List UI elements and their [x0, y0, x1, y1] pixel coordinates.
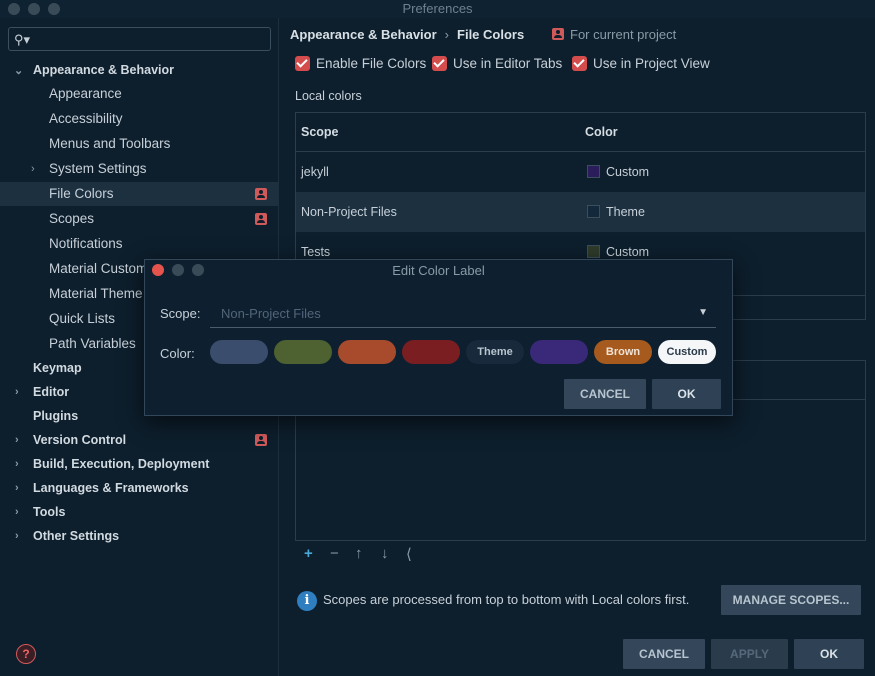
close-window-button[interactable]	[8, 3, 20, 15]
manage-scopes-button[interactable]: MANAGE SCOPES...	[721, 585, 861, 615]
project-scope-icon	[255, 434, 267, 446]
help-icon[interactable]: ?	[16, 644, 36, 664]
scope-select[interactable]: Non-Project Files ▼	[210, 302, 716, 328]
project-scope-icon	[552, 27, 564, 40]
use-in-editor-tabs-checkbox[interactable]: Use in Editor Tabs	[432, 55, 562, 73]
chevron-right-icon[interactable]: ›	[15, 380, 19, 404]
cancel-button[interactable]: CANCEL	[623, 639, 705, 669]
color-option-blue[interactable]	[210, 340, 268, 364]
color-option-rose[interactable]	[402, 340, 460, 364]
dialog-ok-button[interactable]: OK	[652, 379, 721, 409]
table-row[interactable]: jekyll Custom	[296, 152, 865, 192]
color-option-green[interactable]	[274, 340, 332, 364]
color-option-theme[interactable]: Theme	[466, 340, 524, 364]
color-option-custom[interactable]: Custom	[658, 340, 716, 364]
project-scope-note: For current project	[552, 27, 676, 42]
minimize-dialog-button[interactable]	[172, 264, 184, 276]
chevron-right-icon[interactable]: ›	[31, 157, 35, 181]
sidebar-item-other-settings[interactable]: › Other Settings	[0, 524, 279, 548]
sidebar-item-scopes[interactable]: Scopes	[0, 207, 279, 231]
chevron-right-icon[interactable]: ›	[15, 524, 19, 548]
checkbox-checked-icon[interactable]	[572, 55, 587, 71]
ok-button[interactable]: OK	[794, 639, 864, 669]
minimize-window-button[interactable]	[28, 3, 40, 15]
sidebar-item-system-settings[interactable]: › System Settings	[0, 157, 279, 181]
chevron-right-icon[interactable]: ›	[15, 476, 19, 500]
minus-icon[interactable]: −	[330, 545, 339, 562]
sidebar-item-appearance[interactable]: Appearance	[0, 82, 279, 106]
dropdown-arrow-icon[interactable]: ▼	[698, 307, 708, 318]
color-option-brown[interactable]: Brown	[594, 340, 652, 364]
color-swatch	[587, 165, 600, 178]
checkbox-checked-icon[interactable]	[432, 55, 447, 71]
info-icon: i	[297, 591, 317, 611]
zoom-window-button[interactable]	[48, 3, 60, 15]
chevron-right-icon[interactable]: ›	[15, 428, 19, 452]
color-option-violet[interactable]	[530, 340, 588, 364]
checkbox-checked-icon[interactable]	[295, 55, 310, 71]
chevron-down-icon[interactable]: ⌄	[14, 59, 23, 83]
project-scope-icon	[255, 188, 267, 200]
window-title-bar: Preferences	[0, 0, 875, 18]
dialog-cancel-button[interactable]: CANCEL	[564, 379, 646, 409]
project-scope-icon	[255, 213, 267, 225]
sidebar-item-version-control[interactable]: › Version Control	[0, 428, 279, 452]
plus-icon[interactable]: +	[304, 545, 313, 562]
local-colors-title: Local colors	[295, 89, 362, 103]
sidebar-item-accessibility[interactable]: Accessibility	[0, 107, 279, 131]
color-swatch	[587, 205, 600, 218]
table-row[interactable]: Non-Project Files Theme	[296, 192, 865, 232]
column-header-scope[interactable]: Scope	[301, 113, 339, 151]
chevron-right-icon[interactable]: ›	[15, 452, 19, 476]
scope-label: Scope:	[160, 306, 201, 321]
sidebar-item-languages-frameworks[interactable]: › Languages & Frameworks	[0, 476, 279, 500]
chevron-right-icon[interactable]: ›	[15, 500, 19, 524]
window-title: Preferences	[402, 1, 473, 16]
breadcrumb-separator-icon: ›	[444, 27, 450, 42]
enable-file-colors-checkbox[interactable]: Enable File Colors	[295, 55, 426, 73]
search-icon: ⚲▾	[14, 32, 31, 47]
sidebar-item-file-colors[interactable]: File Colors	[0, 182, 279, 206]
breadcrumb: Appearance & Behavior › File Colors	[290, 27, 525, 42]
edit-color-label-dialog: Edit Color Label Scope: Non-Project File…	[144, 259, 733, 416]
close-dialog-button[interactable]	[152, 264, 164, 276]
share-icon[interactable]: ⟨	[406, 545, 412, 563]
arrow-up-icon[interactable]: ↑	[355, 545, 363, 562]
color-label: Color:	[160, 346, 195, 361]
arrow-down-icon[interactable]: ↓	[381, 545, 389, 562]
zoom-dialog-button[interactable]	[192, 264, 204, 276]
column-header-color[interactable]: Color	[585, 113, 618, 151]
sidebar-item-notifications[interactable]: Notifications	[0, 232, 279, 256]
sidebar-item-tools[interactable]: › Tools	[0, 500, 279, 524]
sidebar-item-build-execution[interactable]: › Build, Execution, Deployment	[0, 452, 279, 476]
use-in-project-view-checkbox[interactable]: Use in Project View	[572, 55, 710, 73]
sidebar-item-appearance-behavior[interactable]: ⌄ Appearance & Behavior	[0, 58, 279, 82]
search-input[interactable]: ⚲▾	[8, 27, 271, 51]
color-option-orange[interactable]	[338, 340, 396, 364]
table-toolbar: + − ↑ ↓ ⟨	[295, 542, 866, 568]
sidebar-item-menus-toolbars[interactable]: Menus and Toolbars	[0, 132, 279, 156]
scopes-info-text: Scopes are processed from top to bottom …	[323, 592, 690, 607]
color-swatch	[587, 245, 600, 258]
dialog-title: Edit Color Label	[392, 263, 485, 278]
apply-button[interactable]: APPLY	[711, 639, 788, 669]
